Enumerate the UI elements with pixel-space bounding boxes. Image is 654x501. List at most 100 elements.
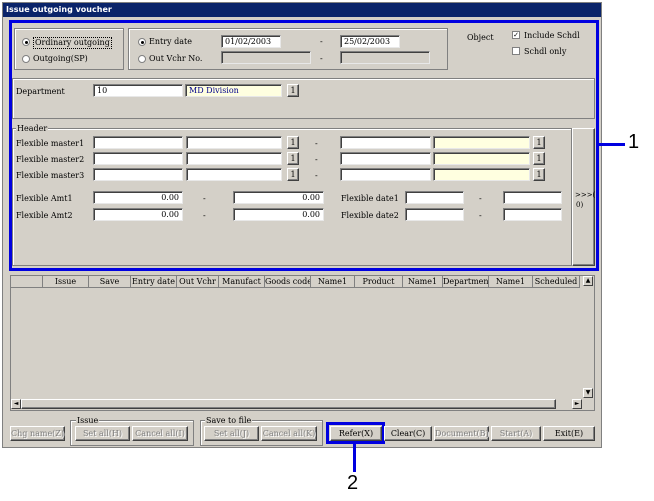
grid-column-header[interactable]: Departmen	[443, 276, 489, 288]
callout-2-number: 2	[347, 472, 359, 494]
flex-master2-lookup-to[interactable]: 1	[533, 152, 545, 165]
schedule-only-label[interactable]: Schdl only	[524, 47, 566, 57]
flex-amt2-dash: -	[203, 211, 206, 220]
flex-master3-dash: -	[315, 171, 318, 180]
out-vchr-to-input	[340, 51, 430, 64]
outgoing-sp-radio[interactable]	[22, 55, 30, 63]
flex-amt1-to-input[interactable]: 0.00	[233, 191, 324, 204]
department-code-input[interactable]: 10	[93, 84, 183, 97]
flex-amt1-dash: -	[203, 194, 206, 203]
flex-date1-from-input[interactable]	[405, 191, 464, 204]
scroll-right-arrow[interactable]: ►	[572, 399, 582, 409]
change-name-button: Chg name(Z)	[10, 426, 65, 441]
flex-master1-name-from[interactable]	[186, 136, 282, 149]
flex-master3-lookup-from[interactable]: 1	[287, 168, 299, 181]
flex-master1-lookup-to[interactable]: 1	[533, 136, 545, 149]
save-to-file-label: Save to file	[205, 416, 253, 426]
flex-master2-code-to[interactable]	[340, 152, 431, 165]
flex-date2-to-input[interactable]	[503, 208, 562, 221]
issue-set-all-button: Set all(H)	[75, 426, 130, 441]
flex-master2-dash: -	[315, 155, 318, 164]
grid-corner-header	[11, 276, 43, 288]
scroll-up-arrow[interactable]: ▲	[583, 276, 593, 286]
expand-header-label-2[interactable]: 0)	[576, 200, 583, 210]
grid-column-header[interactable]: Product	[355, 276, 403, 288]
flex-master3-code-from[interactable]	[93, 168, 183, 181]
flex-master3-label: Flexible master3	[16, 171, 85, 180]
out-vchr-no-label[interactable]: Out Vchr No.	[149, 54, 202, 64]
flex-master2-label: Flexible master2	[16, 155, 85, 164]
flex-master2-name-to	[433, 152, 530, 165]
issue-cancel-all-button: Cancel all(I)	[132, 426, 188, 441]
out-vchr-from-input	[221, 51, 311, 64]
exit-button[interactable]: Exit(E)	[543, 426, 595, 441]
callout-1-number: 1	[628, 131, 640, 153]
save-set-all-button: Set all(J)	[204, 426, 259, 441]
document-button: Document(B)	[434, 426, 489, 441]
flex-date1-dash: -	[479, 194, 482, 203]
include-schedule-checkbox[interactable]: ✓	[512, 31, 520, 39]
grid-column-header[interactable]: Save	[89, 276, 131, 288]
flex-amt1-label: Flexible Amt1	[16, 194, 73, 203]
out-vchr-no-radio[interactable]	[138, 55, 146, 63]
flex-master3-name-from[interactable]	[186, 168, 282, 181]
grid-column-header[interactable]: Goods code	[265, 276, 311, 288]
flex-master1-code-from[interactable]	[93, 136, 183, 149]
scroll-thumb[interactable]	[21, 399, 556, 409]
start-button: Start(A)	[491, 426, 541, 441]
flex-master3-name-to	[433, 168, 530, 181]
entry-date-radio[interactable]	[138, 38, 146, 46]
grid-column-header[interactable]: Manufact	[219, 276, 265, 288]
grid-column-header[interactable]: Entry date	[131, 276, 177, 288]
grid-column-header[interactable]: Out Vchr	[177, 276, 219, 288]
flex-amt1-from-input[interactable]: 0.00	[93, 191, 183, 204]
flex-master2-code-from[interactable]	[93, 152, 183, 165]
callout-1-line	[599, 143, 625, 146]
entry-date-to-input[interactable]: 25/02/2003	[340, 35, 400, 48]
save-cancel-all-button: Cancel all(K)	[261, 426, 317, 441]
flex-master3-lookup-to[interactable]: 1	[533, 168, 545, 181]
flex-master2-name-from[interactable]	[186, 152, 282, 165]
flex-amt2-from-input[interactable]: 0.00	[93, 208, 183, 221]
department-lookup-button[interactable]: 1	[287, 84, 299, 97]
department-label: Department	[16, 87, 65, 96]
ordinary-outgoing-radio[interactable]	[22, 38, 30, 46]
vchr-range-dash: -	[320, 54, 323, 63]
flex-master1-label: Flexible master1	[16, 139, 85, 148]
flex-date1-label: Flexible date1	[341, 194, 399, 203]
scroll-left-arrow[interactable]: ◄	[11, 399, 21, 409]
results-grid[interactable]	[10, 275, 595, 411]
outgoing-sp-label[interactable]: Outgoing(SP)	[33, 54, 88, 64]
grid-column-header[interactable]: Scheduled	[533, 276, 580, 288]
flex-master2-lookup-from[interactable]: 1	[287, 152, 299, 165]
flex-date2-dash: -	[479, 211, 482, 220]
entry-date-from-input[interactable]: 01/02/2003	[221, 35, 281, 48]
flex-date2-from-input[interactable]	[405, 208, 464, 221]
flex-master1-code-to[interactable]	[340, 136, 431, 149]
entry-date-label[interactable]: Entry date	[149, 37, 192, 47]
flex-date2-label: Flexible date2	[341, 211, 399, 220]
expand-header-label-1[interactable]: >>>(	[575, 190, 595, 200]
grid-column-header[interactable]: Name1	[489, 276, 533, 288]
flex-master1-lookup-from[interactable]: 1	[287, 136, 299, 149]
grid-column-header[interactable]: Issue	[43, 276, 89, 288]
flex-master3-code-to[interactable]	[340, 168, 431, 181]
clear-button[interactable]: Clear(C)	[384, 426, 432, 441]
flex-date1-to-input[interactable]	[503, 191, 562, 204]
department-name-field: MD Division	[185, 84, 282, 97]
schedule-only-checkbox[interactable]	[512, 47, 520, 55]
refer-highlight	[326, 422, 385, 444]
vertical-scrollbar[interactable]	[583, 276, 594, 400]
include-schedule-label[interactable]: Include Schdl	[524, 31, 580, 41]
flex-amt2-to-input[interactable]: 0.00	[233, 208, 324, 221]
grid-column-header[interactable]: Name1	[403, 276, 443, 288]
grid-column-header[interactable]: Name1	[311, 276, 355, 288]
scroll-down-arrow[interactable]: ▼	[583, 388, 593, 398]
flex-amt2-label: Flexible Amt2	[16, 211, 73, 220]
ordinary-outgoing-label[interactable]: Ordinary outgoing	[33, 37, 112, 49]
flex-master1-name-to	[433, 136, 530, 149]
object-label: Object	[467, 33, 494, 42]
header-label: Header	[16, 124, 49, 134]
flex-master1-dash: -	[315, 139, 318, 148]
callout-2-line	[353, 444, 356, 472]
